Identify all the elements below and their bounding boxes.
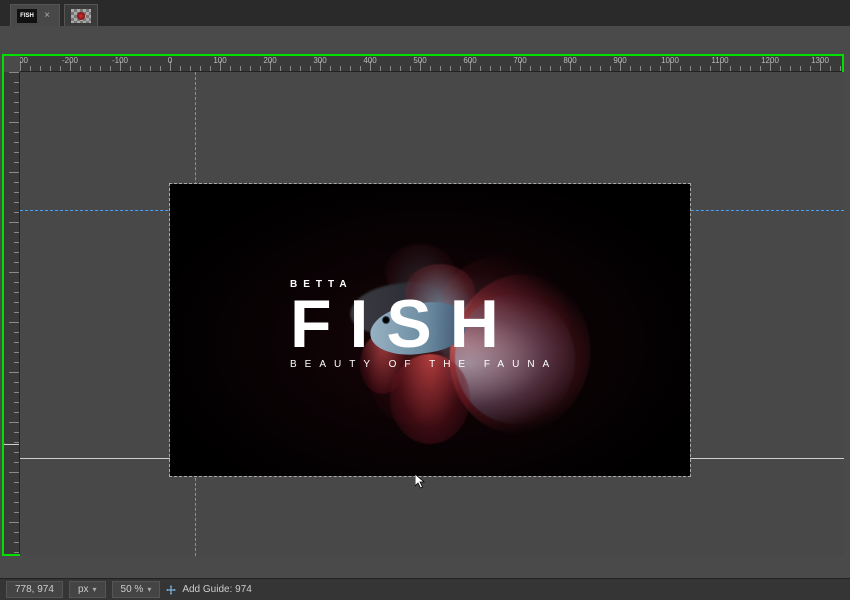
move-icon xyxy=(166,585,176,595)
canvas[interactable]: BETTA FISH BEAUTY OF THE FAUNA xyxy=(170,184,690,476)
vertical-ruler[interactable] xyxy=(2,72,20,556)
coords-value: 778, 974 xyxy=(15,584,54,595)
status-bar: 778, 974 px ▾ 50 % ▾ Add Guide: 974 xyxy=(0,578,850,600)
unit-selector[interactable]: px ▾ xyxy=(69,581,106,598)
text-sub: BEAUTY OF THE FAUNA xyxy=(290,359,557,370)
status-message: Add Guide: 974 xyxy=(182,584,252,595)
text-main: FISH xyxy=(290,294,557,355)
document-tab-1[interactable]: FISH × xyxy=(10,4,60,26)
canvas-text-overlay: BETTA FISH BEAUTY OF THE FAUNA xyxy=(290,279,557,370)
zoom-selector[interactable]: 50 % ▾ xyxy=(112,581,161,598)
document-tab-2[interactable] xyxy=(64,4,98,26)
zoom-value: 50 % xyxy=(121,584,144,595)
unit-value: px xyxy=(78,584,89,595)
horizontal-ruler[interactable]: -300-200-1000100200300400500600700800900… xyxy=(20,54,844,72)
cursor-icon xyxy=(415,474,427,490)
chevron-down-icon: ▾ xyxy=(147,585,151,594)
document-tabs: FISH × xyxy=(0,0,850,26)
status-coords: 778, 974 xyxy=(6,581,63,598)
image-editor-window: FISH × ▸ -300-200-1000100200300400500600… xyxy=(0,0,850,600)
close-icon[interactable]: × xyxy=(41,10,53,22)
canvas-viewport[interactable]: BETTA FISH BEAUTY OF THE FAUNA xyxy=(20,72,844,556)
chevron-down-icon: ▾ xyxy=(93,585,97,594)
editor-area: ▸ -300-200-10001002003004005006007008009… xyxy=(0,26,850,578)
tab-thumbnail xyxy=(71,9,91,23)
tab-thumbnail: FISH xyxy=(17,9,37,23)
ruler-guide-marker[interactable] xyxy=(2,444,20,445)
